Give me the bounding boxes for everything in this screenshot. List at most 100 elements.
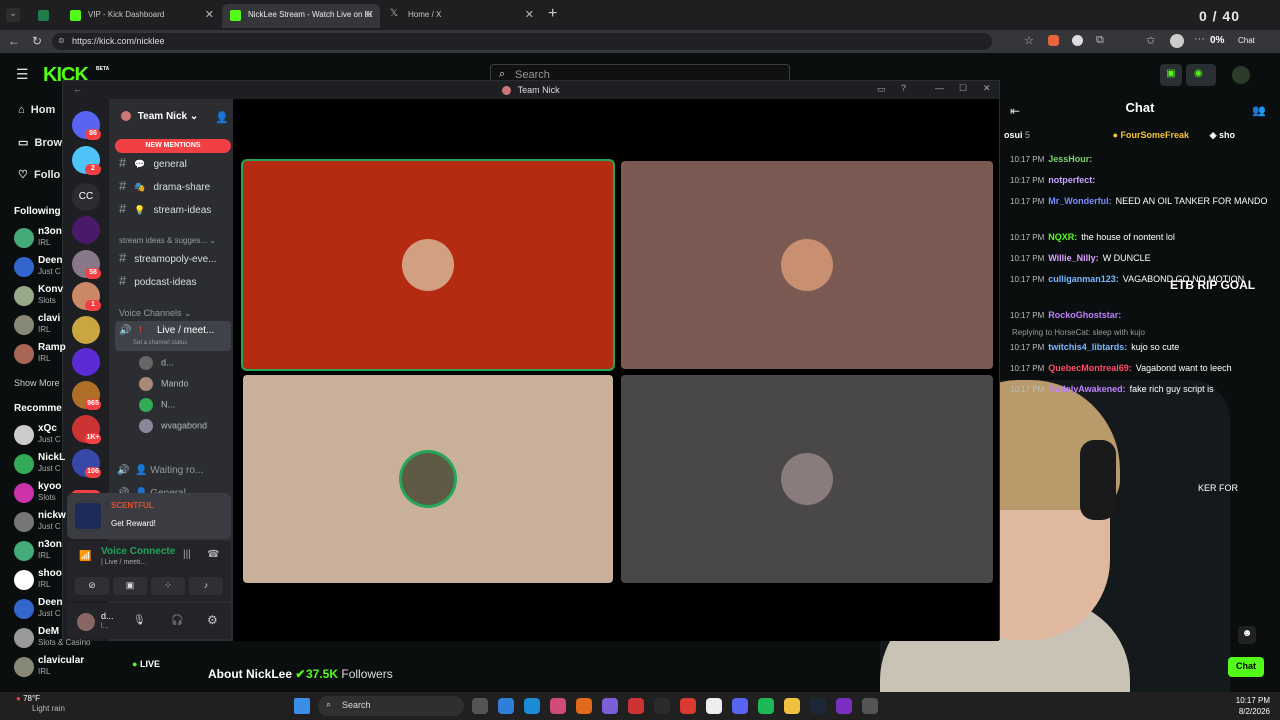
recommended-item[interactable]: Deen Just C (14, 597, 74, 625)
taskbar-app-icon[interactable] (472, 698, 488, 714)
voice-channel-waiting[interactable]: 🔊 👤 Waiting ro... (117, 465, 203, 476)
video-tile[interactable] (621, 161, 993, 369)
channel-item[interactable]: # streamopoly-eve... (119, 250, 231, 270)
taskbar-app-icon[interactable] (602, 698, 618, 714)
following-item[interactable]: clavi IRL (14, 313, 74, 341)
puzzle-icon[interactable]: ⧉ (1096, 34, 1104, 47)
recommended-item[interactable]: n3on IRL (14, 539, 74, 567)
recommended-item[interactable]: DeM Slots & Casino (14, 626, 90, 654)
taskbar-app-icon[interactable] (784, 698, 800, 714)
profile-avatar[interactable] (1170, 34, 1184, 48)
reload-icon[interactable]: ↻ (32, 34, 42, 48)
dashboard-icon[interactable]: ▣ (1160, 64, 1182, 86)
camera-off-button[interactable]: ⊘ (75, 577, 109, 595)
chat-send-button[interactable]: Chat (1228, 657, 1264, 677)
taskbar-app-icon[interactable] (680, 698, 696, 714)
weather-widget[interactable]: ● 78°F Light rain (16, 694, 65, 714)
recommended-item[interactable]: shoo IRL (14, 568, 74, 596)
taskbar-app-icon[interactable] (524, 698, 540, 714)
windows-start-icon[interactable] (294, 698, 310, 714)
points-button[interactable]: ◉ (1186, 64, 1216, 86)
invite-icon[interactable]: 👤 (215, 111, 229, 124)
menu-icon[interactable]: ☰ (16, 66, 29, 83)
nav-browse[interactable]: ▭ Brow (18, 136, 62, 149)
help-icon[interactable]: ? (901, 83, 906, 93)
taskbar-app-icon[interactable] (550, 698, 566, 714)
voice-channels-header[interactable]: Voice Channels ⌄ (119, 308, 192, 319)
extension-icon[interactable] (1048, 35, 1059, 46)
following-item[interactable]: Ramp IRL (14, 342, 74, 370)
voice-user[interactable]: d... (139, 356, 174, 376)
tab-0[interactable] (30, 4, 60, 28)
inbox-icon[interactable]: ▭ (877, 84, 886, 95)
close-icon[interactable]: ✕ (983, 83, 991, 94)
taskbar-app-icon[interactable] (758, 698, 774, 714)
tab-nicklee-stream[interactable]: NickLee Stream - Watch Live on Ki ✕ (222, 4, 380, 28)
following-item[interactable]: Deen Just C (14, 255, 74, 283)
following-item[interactable]: Konv Slots (14, 284, 74, 312)
recommended-item[interactable]: clavicular IRL (14, 655, 84, 683)
tab-kick-dashboard[interactable]: VIP - Kick Dashboard ✕ (62, 4, 220, 28)
settings-icon[interactable]: ⚙ (207, 613, 218, 627)
recommended-item[interactable]: NickL Just C (14, 452, 74, 480)
user-avatar[interactable] (1232, 66, 1250, 84)
following-item[interactable]: n3on IRL (14, 226, 74, 254)
tab-x-home[interactable]: 𝕏 Home / X ✕ (382, 4, 540, 28)
guild-icon[interactable] (72, 316, 100, 344)
url-input[interactable]: ⊜ https://kick.com/nicklee (52, 33, 992, 50)
disconnect-icon[interactable]: ☎ (207, 549, 219, 560)
taskbar-app-icon[interactable] (836, 698, 852, 714)
server-name[interactable]: Team Nick ⌄ (121, 111, 198, 122)
nav-following[interactable]: ♡ Follo (18, 168, 60, 181)
emoji-picker-icon[interactable]: ☻ (1238, 626, 1256, 644)
activities-button[interactable]: ⁘ (151, 577, 185, 595)
more-icon[interactable]: ··· (1194, 33, 1205, 45)
voice-user[interactable]: N... (139, 398, 175, 418)
close-icon[interactable]: ✕ (365, 8, 374, 21)
taskbar-app-icon[interactable] (810, 698, 826, 714)
channel-drama-share[interactable]: # 🎭 drama-share (119, 178, 231, 198)
star-icon[interactable]: ☆ (1024, 34, 1034, 47)
taskbar-app-icon[interactable] (628, 698, 644, 714)
back-icon[interactable]: ← (8, 34, 20, 48)
guild-cc[interactable]: CC (72, 183, 100, 211)
user-avatar[interactable] (77, 613, 95, 631)
extension-icon[interactable] (1072, 35, 1083, 46)
taskbar-app-icon[interactable] (706, 698, 722, 714)
taskbar-app-icon[interactable] (862, 698, 878, 714)
taskbar-app-icon[interactable] (732, 698, 748, 714)
video-tile[interactable] (621, 375, 993, 583)
headphones-icon[interactable]: 🎧 (171, 615, 183, 626)
back-icon[interactable]: ← (73, 84, 82, 94)
new-mentions-pill[interactable]: NEW MENTIONS (115, 139, 231, 153)
soundboard-icon[interactable]: ||| (183, 549, 191, 560)
channel-stream-ideas[interactable]: # 💡 stream-ideas (119, 201, 231, 221)
taskbar-app-icon[interactable] (576, 698, 592, 714)
category-stream-ideas[interactable]: stream ideas & sugges... ⌄ (119, 236, 216, 245)
voice-user[interactable]: Mando (139, 377, 189, 397)
microphone-icon[interactable]: 🎙 (133, 615, 146, 626)
clock[interactable]: 10:17 PM 8/2/2026 (1220, 695, 1270, 717)
close-icon[interactable]: ✕ (205, 8, 214, 21)
recommended-item[interactable]: nickw Just C (14, 510, 74, 538)
close-icon[interactable]: ✕ (525, 8, 534, 21)
guild-icon[interactable] (72, 348, 100, 376)
favorites-icon[interactable]: ✩ (1146, 34, 1155, 47)
taskbar-app-icon[interactable] (654, 698, 670, 714)
nav-home[interactable]: ⌂ Hom (18, 104, 55, 116)
recommended-item[interactable]: kyoo Slots (14, 481, 74, 509)
reward-card[interactable]: SCENTFUL Get Reward! (67, 493, 231, 539)
minimize-icon[interactable]: — (935, 83, 944, 93)
tab-list-button[interactable]: ⌄ (6, 8, 20, 22)
video-tile[interactable] (243, 375, 613, 583)
video-tile[interactable] (243, 161, 613, 369)
voice-channel-live[interactable]: 🔊 ! Live / meet... Set a channel status (115, 321, 231, 351)
voice-user[interactable]: wvagabond (139, 419, 207, 439)
channel-item[interactable]: # podcast-ideas (119, 273, 231, 293)
site-info-icon[interactable]: ⊜ (58, 36, 65, 45)
guild-icon[interactable] (72, 216, 100, 244)
new-tab-button[interactable]: + (548, 5, 557, 23)
channel-general[interactable]: # 💬 general (119, 155, 231, 175)
maximize-icon[interactable]: ☐ (959, 83, 967, 94)
taskbar-app-icon[interactable] (498, 698, 514, 714)
